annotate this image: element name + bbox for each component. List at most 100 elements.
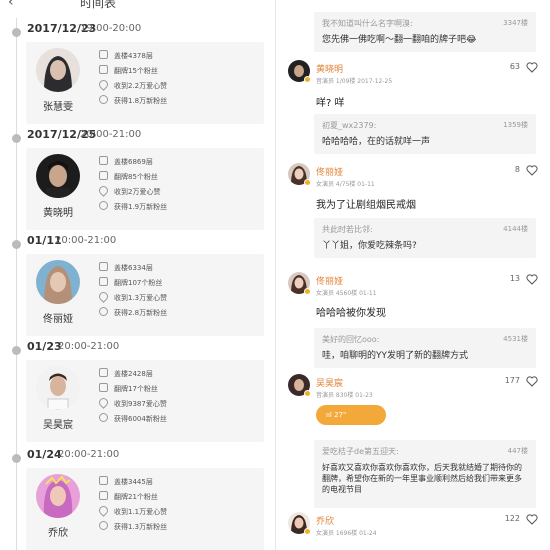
voice-message-button[interactable]: ııl 27"	[316, 405, 386, 425]
user-icon	[99, 307, 108, 316]
floor-count: 盖楼6869层	[114, 158, 153, 166]
quote-author[interactable]: 共此时若比邻:	[322, 224, 528, 235]
flip-count: 翻牌85个粉丝	[114, 173, 158, 181]
user-icon	[99, 413, 108, 422]
heart-icon	[97, 184, 110, 197]
quote-floor: 4531楼	[503, 335, 528, 343]
verified-badge	[304, 76, 311, 83]
heart-icon[interactable]	[526, 62, 538, 73]
star-card[interactable]: 乔欣 盖楼3445层 翻牌21个粉丝 收到1.1万爱心赞 获得1.3万新粉丝	[26, 468, 264, 550]
likes-stat: 收到1.3万爱心赞	[97, 290, 168, 303]
chevron-left-icon[interactable]: ‹	[8, 0, 14, 10]
avatar[interactable]	[36, 48, 80, 92]
likes-count: 收到9387爱心赞	[114, 400, 167, 408]
comment-meta: 女演员 4/75楼 01-11	[316, 181, 375, 188]
screen: ‹ 时间表 2017/12/23 19:00-20:00 张慧雯 盖楼4378层…	[0, 0, 550, 550]
likes-stat: 收到2.2万爱心赞	[97, 78, 167, 91]
quote-floor: 3347楼	[503, 19, 528, 27]
like-count: 122	[504, 514, 520, 523]
card-icon	[99, 491, 108, 500]
heart-icon[interactable]	[526, 274, 538, 285]
section-time: 20:00-21:00	[55, 235, 117, 246]
flip-stat: 翻牌15个粉丝	[99, 65, 158, 76]
quoted-comment[interactable]: 初夏_wx2379: 1359楼 哈哈哈哈，在的话就咩一声	[314, 114, 536, 154]
star-card[interactable]: 张慧雯 盖楼4378层 翻牌15个粉丝 收到2.2万爱心赞 获得1.8万新粉丝	[26, 42, 264, 124]
heart-icon	[97, 504, 110, 517]
comment-text: 哈哈哈被你发现	[316, 308, 386, 319]
fans-count: 获得1.3万新粉丝	[114, 523, 168, 531]
star-name: 吴昊宸	[43, 420, 73, 431]
fans-count: 获得1.8万新粉丝	[114, 97, 168, 105]
timeline-dot	[12, 28, 21, 37]
section-date: 01/23	[27, 340, 62, 353]
avatar[interactable]	[36, 154, 80, 198]
comment-meta: 女演员 1696楼 01-24	[316, 530, 377, 537]
quote-author[interactable]: 初夏_wx2379:	[322, 120, 528, 131]
quoted-comment[interactable]: 共此时若比邻: 4144楼 丫丫姐，你爱吃辣条吗?	[314, 218, 536, 258]
flip-count: 翻牌107个粉丝	[114, 279, 163, 287]
like-count: 13	[509, 274, 520, 283]
card-icon	[99, 277, 108, 286]
timeline-dot	[12, 346, 21, 355]
quoted-comment[interactable]: 美好的回忆ooo: 4531楼 哇，咱聊明的YY发明了新的翻牌方式	[314, 328, 536, 368]
floor-stat: 盖楼6334层	[99, 262, 153, 273]
floor-count: 盖楼6334层	[114, 264, 153, 272]
quote-author[interactable]: 我不知道叫什么名字啊溴:	[322, 18, 528, 29]
likes-count: 收到1.1万爱心赞	[114, 508, 168, 516]
comment-author[interactable]: 乔欣	[316, 514, 334, 527]
heart-icon[interactable]	[526, 514, 538, 525]
star-card[interactable]: 吴昊宸 盖楼2428层 翻牌17个粉丝 收到9387爱心赞 获得6004新粉丝	[26, 360, 264, 442]
star-name: 张慧雯	[43, 102, 73, 113]
building-icon	[99, 476, 108, 485]
comment-author[interactable]: 吴昊宸	[316, 376, 343, 389]
avatar[interactable]	[36, 260, 80, 304]
comment-author[interactable]: 佟丽娅	[316, 165, 343, 178]
heart-icon[interactable]	[526, 165, 538, 176]
quote-floor: 447楼	[507, 447, 528, 455]
comment-author[interactable]: 黄晓明	[316, 62, 343, 75]
fans-stat: 获得2.8万新粉丝	[99, 307, 167, 318]
comment-text: 我为了让剧组烟民戒烟	[316, 200, 416, 211]
star-name: 黄晓明	[43, 208, 73, 219]
avatar[interactable]	[36, 474, 80, 518]
section-time: 19:00-20:00	[80, 23, 142, 34]
top-bar: ‹ 时间表	[0, 0, 275, 14]
fans-count: 获得6004新粉丝	[114, 415, 167, 423]
comment-text: 咩? 咩	[316, 98, 345, 109]
floor-count: 盖楼3445层	[114, 478, 153, 486]
flip-stat: 翻牌85个粉丝	[99, 171, 158, 182]
comments-panel: 我不知道叫什么名字啊溴: 3347楼 您先佛一佛吃啊～翻一翻咱的牌子吧😂 黄晓明…	[275, 0, 550, 550]
heart-icon	[97, 290, 110, 303]
quote-text: 丫丫姐，你爱吃辣条吗?	[322, 241, 417, 251]
quote-floor: 1359楼	[503, 121, 528, 129]
quoted-comment[interactable]: 我不知道叫什么名字啊溴: 3347楼 您先佛一佛吃啊～翻一翻咱的牌子吧😂	[314, 12, 536, 52]
quote-author[interactable]: 美好的回忆ooo:	[322, 334, 528, 345]
quote-floor: 4144楼	[503, 225, 528, 233]
heart-icon[interactable]	[526, 376, 538, 387]
page-title: 时间表	[80, 0, 117, 10]
likes-stat: 收到9387爱心赞	[97, 396, 167, 409]
star-card[interactable]: 佟丽娅 盖楼6334层 翻牌107个粉丝 收到1.3万爱心赞 获得2.8万新粉丝	[26, 254, 264, 336]
section-date: 01/24	[27, 448, 62, 461]
card-icon	[99, 65, 108, 74]
flip-count: 翻牌15个粉丝	[114, 67, 158, 75]
quoted-comment[interactable]: 爱吃桔子de第五迎天: 447楼 好喜欢又喜欢你喜欢你喜欢你，后天我就结婚了期待…	[314, 440, 536, 508]
likes-stat: 收到1.1万爱心赞	[97, 504, 168, 517]
building-icon	[99, 368, 108, 377]
likes-count: 收到1.3万爱心赞	[114, 294, 168, 302]
floor-stat: 盖楼2428层	[99, 368, 153, 379]
user-icon	[99, 201, 108, 210]
section-time: 20:00-21:00	[80, 129, 142, 140]
comment-author[interactable]: 佟丽娅	[316, 274, 343, 287]
flip-stat: 翻牌107个粉丝	[99, 277, 162, 288]
quote-author[interactable]: 爱吃桔子de第五迎天:	[322, 446, 528, 457]
star-card[interactable]: 黄晓明 盖楼6869层 翻牌85个粉丝 收到2万爱心赞 获得1.9万新粉丝	[26, 148, 264, 230]
timeline-dot	[12, 240, 21, 249]
fans-stat: 获得6004新粉丝	[99, 413, 167, 424]
avatar[interactable]	[36, 366, 80, 410]
like-count: 63	[509, 62, 520, 71]
quote-text: 好喜欢又喜欢你喜欢你喜欢你，后天我就结婚了期待你的翻牌，希望你在新的一年里事业顺…	[322, 463, 522, 494]
building-icon	[99, 262, 108, 271]
fans-stat: 获得1.3万新粉丝	[99, 521, 167, 532]
card-icon	[99, 383, 108, 392]
